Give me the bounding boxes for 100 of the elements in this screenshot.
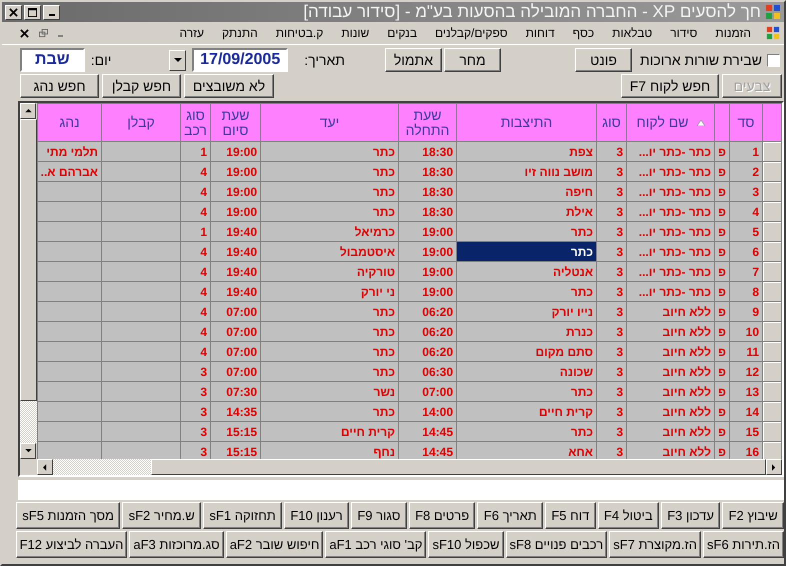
function-key-button[interactable]: רכבים פנויים sF8 <box>506 531 608 558</box>
column-header[interactable]: התיצבות <box>456 104 596 142</box>
font-button[interactable]: פונט <box>575 48 632 72</box>
function-key-button[interactable]: עדכון F3 <box>660 502 720 529</box>
row-header[interactable] <box>762 302 782 322</box>
column-header[interactable]: שעת התחלה <box>398 104 456 142</box>
menu-item[interactable]: שונות <box>332 26 378 40</box>
table-cell <box>38 322 102 342</box>
table-cell: 3 <box>596 302 626 322</box>
row-header[interactable] <box>762 262 782 282</box>
restore-icon[interactable] <box>39 28 48 38</box>
table-cell: פ <box>714 382 730 402</box>
menu-item[interactable]: התנתק <box>213 26 267 40</box>
function-key-button[interactable]: רענון F10 <box>284 502 350 529</box>
function-key-button[interactable]: תאריך F6 <box>477 502 544 529</box>
row-header[interactable] <box>762 282 782 302</box>
function-key-button[interactable]: חיפוש שובר aF2 <box>226 531 324 558</box>
function-key-button[interactable]: הז.מקוצרת sF7 <box>609 531 701 558</box>
find-driver-button[interactable]: חפש נהג <box>20 74 99 98</box>
column-header[interactable]: סד <box>730 104 762 142</box>
scrollbar-thumb[interactable] <box>20 119 37 401</box>
row-header[interactable] <box>762 342 782 362</box>
table-cell: 11 <box>730 342 762 362</box>
table-cell: טורקיה <box>260 262 398 282</box>
table-cell: 4 <box>180 262 210 282</box>
function-key-button[interactable]: שכפול sF10 <box>428 531 504 558</box>
menu-item[interactable]: הזמנות <box>706 26 760 40</box>
row-header[interactable] <box>762 242 782 262</box>
row-header[interactable] <box>762 402 782 422</box>
function-key-button[interactable]: סג.מרוכזות aF3 <box>129 531 224 558</box>
menu-item[interactable]: ק.בטיחות <box>266 26 332 40</box>
table-cell: נייו יורק <box>456 302 596 322</box>
table-cell <box>38 382 102 402</box>
date-field[interactable]: 17/09/2005 <box>192 48 288 72</box>
row-header[interactable] <box>762 202 782 222</box>
table-cell: כתר <box>456 222 596 242</box>
function-key-button[interactable]: הז.תירות sF6 <box>703 531 784 558</box>
minimize-icon[interactable] <box>58 35 63 37</box>
menu-item[interactable]: כסף <box>564 26 604 40</box>
table-cell: כרמיאל <box>260 222 398 242</box>
table-cell: כתר -כתר יו... <box>626 182 714 202</box>
maximize-button[interactable] <box>24 4 41 20</box>
row-header[interactable] <box>762 322 782 342</box>
function-key-button[interactable]: מסך הזמנות sF5 <box>16 502 120 529</box>
row-header[interactable] <box>762 442 782 459</box>
close-button[interactable] <box>5 4 22 20</box>
menu-item[interactable]: סידור <box>661 26 706 40</box>
function-key-button[interactable]: ש.מחיר sF2 <box>122 502 202 529</box>
menu-item[interactable]: דוחות <box>516 26 564 40</box>
menu-item[interactable]: בנקים <box>378 26 426 40</box>
scrollbar-thumb[interactable] <box>151 459 766 475</box>
horizontal-scrollbar[interactable] <box>37 459 782 475</box>
unassigned-button[interactable]: לא משובצים <box>184 74 274 98</box>
vertical-scrollbar[interactable] <box>20 103 37 459</box>
table-cell: 4 <box>180 322 210 342</box>
row-header[interactable] <box>762 362 782 382</box>
close-icon[interactable] <box>20 28 29 38</box>
table-cell: 3 <box>596 142 626 162</box>
table-cell: כתר <box>260 202 398 222</box>
column-header[interactable]: סוג רכב <box>180 104 210 142</box>
dropdown-button[interactable] <box>169 50 186 70</box>
menu-item[interactable]: ספקים/קבלנים <box>426 26 517 40</box>
next-day-button[interactable]: מחר <box>444 48 501 72</box>
row-header[interactable] <box>762 222 782 242</box>
column-header[interactable]: נהג <box>38 104 102 142</box>
row-header[interactable] <box>762 422 782 442</box>
row-header[interactable] <box>762 182 782 202</box>
function-key-button[interactable]: ביטול F4 <box>598 502 659 529</box>
find-contractor-button[interactable]: חפש קבלן <box>102 74 181 98</box>
function-key-button[interactable]: דוח F5 <box>545 502 596 529</box>
day-field[interactable]: שבת <box>20 48 85 72</box>
function-key-button[interactable]: פרטים F8 <box>408 502 476 529</box>
function-key-button[interactable]: סגור F9 <box>351 502 407 529</box>
table-cell: 07:00 <box>210 362 260 382</box>
column-header[interactable]: שם לקוח <box>626 104 714 142</box>
previous-day-button[interactable]: אתמול <box>384 48 442 72</box>
function-key-button[interactable]: העברה לביצוע F12 <box>16 531 128 558</box>
menu-item[interactable]: טבלאות <box>603 26 662 40</box>
table-cell: 4 <box>180 162 210 182</box>
function-key-button[interactable]: תחזוקה sF1 <box>203 502 282 529</box>
function-key-button[interactable]: שיבוץ F2 <box>722 502 784 529</box>
minimize-button[interactable] <box>43 4 60 20</box>
input-field[interactable] <box>18 480 784 500</box>
column-header[interactable]: יעד <box>260 104 398 142</box>
table-cell: פ <box>714 162 730 182</box>
column-header[interactable]: קבלן <box>102 104 180 142</box>
maximize-icon <box>28 8 37 16</box>
find-customer-button[interactable]: חפש לקוח F7 <box>621 74 719 98</box>
function-key-button[interactable]: קב' סוגי רכב aF1 <box>325 531 426 558</box>
column-header[interactable]: שעת סיום <box>210 104 260 142</box>
column-header[interactable]: סוג <box>596 104 626 142</box>
row-header[interactable] <box>762 382 782 402</box>
table-cell: 07:00 <box>210 342 260 362</box>
row-header[interactable] <box>762 142 782 162</box>
row-header[interactable] <box>762 162 782 182</box>
wrap-lines-checkbox[interactable]: שבירת שורות ארוכות <box>640 52 780 68</box>
table-cell: כתר <box>260 302 398 322</box>
menu-item[interactable]: עזרה <box>170 26 214 40</box>
table-cell: 19:00 <box>398 282 456 302</box>
table-cell: ללא חיוב <box>626 402 714 422</box>
